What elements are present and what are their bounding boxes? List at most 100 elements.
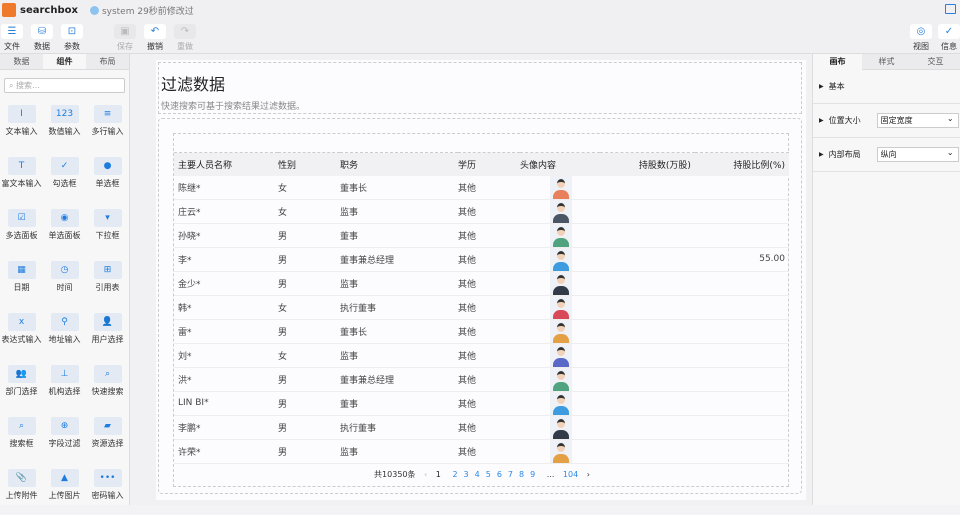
component-item[interactable]: ⚲ 地址输入: [43, 309, 86, 359]
params-button[interactable]: ⊡ 参数: [60, 24, 84, 52]
column-header[interactable]: 持股比例(%): [694, 152, 789, 176]
tab-style[interactable]: 样式: [862, 54, 911, 70]
component-item[interactable]: ••• 密码输入: [86, 465, 129, 515]
component-item[interactable]: x 表达式输入: [0, 309, 43, 359]
tab-layout[interactable]: 布局: [86, 54, 129, 69]
component-item[interactable]: 123 数值输入: [43, 101, 86, 151]
page-link[interactable]: 3: [464, 470, 469, 479]
page-link[interactable]: 5: [486, 470, 491, 479]
component-item[interactable]: 👥 部门选择: [0, 361, 43, 411]
shares-cell: [600, 319, 695, 344]
page-link[interactable]: 9: [530, 470, 535, 479]
prev-page-icon[interactable]: ‹: [424, 470, 427, 479]
component-item[interactable]: ◉ 单选面板: [43, 205, 86, 255]
table-row[interactable]: 金少* 男 监事 其他: [174, 271, 789, 296]
component-item[interactable]: ⊥ 机构选择: [43, 361, 86, 411]
title-block[interactable]: 过滤数据 快速搜索可基于搜索结果过滤数据。: [158, 62, 802, 114]
save-button[interactable]: ▣ 保存: [113, 24, 137, 52]
ratio-cell: 55.00: [694, 247, 789, 272]
column-header[interactable]: 职务: [340, 152, 458, 176]
undo-button[interactable]: ↶ 撤销: [143, 24, 167, 52]
column-header[interactable]: 持股数(万股): [600, 152, 695, 176]
component-item[interactable]: ≡ 多行输入: [86, 101, 129, 151]
component-item[interactable]: 👤 用户选择: [86, 309, 129, 359]
table-block[interactable]: 主要人员名称 性别 职务 学历 头像内容 持股数(万股) 持股比例(%) 陈继* 女 董事长…: [158, 118, 802, 494]
section-position-size[interactable]: ▶ 位置大小 固定宽度: [813, 104, 960, 138]
table-row[interactable]: 洪* 男 董事兼总经理 其他: [174, 367, 789, 392]
component-item[interactable]: ⌕ 快速搜索: [86, 361, 129, 411]
component-item[interactable]: I 文本输入: [0, 101, 43, 151]
avatar: [550, 223, 572, 247]
table-row[interactable]: 许荣* 男 监事 其他: [174, 439, 789, 464]
component-icon: x: [7, 313, 36, 331]
view-button[interactable]: ◎ 视图: [909, 24, 933, 52]
tab-components[interactable]: 组件: [43, 54, 86, 69]
page-link[interactable]: 7: [508, 470, 513, 479]
component-item[interactable]: ⌕ 搜索框: [0, 413, 43, 463]
layout-select[interactable]: 纵向: [876, 146, 959, 162]
size-select[interactable]: 固定宽度: [876, 112, 959, 128]
table-row[interactable]: 孙晓* 男 董事 其他: [174, 223, 789, 248]
name-cell: 金少*: [174, 271, 278, 296]
app-name: searchbox: [20, 4, 78, 16]
page-last[interactable]: 104: [563, 470, 578, 479]
component-icon: T: [7, 157, 36, 175]
check-icon: ✓: [938, 24, 960, 39]
shares-cell: [600, 367, 695, 392]
component-item[interactable]: ⊕ 字段过滤: [43, 413, 86, 463]
page-link[interactable]: 8: [519, 470, 524, 479]
next-page-icon[interactable]: ›: [587, 470, 590, 479]
column-header[interactable]: 学历: [458, 152, 520, 176]
file-button[interactable]: ☰ 文件: [0, 24, 24, 52]
component-item[interactable]: ● 单选框: [86, 153, 129, 203]
user-icon: [89, 5, 99, 15]
page-current[interactable]: 1: [436, 470, 441, 479]
component-item[interactable]: 📎 上传附件: [0, 465, 43, 515]
component-item[interactable]: ▲ 上传图片: [43, 465, 86, 515]
redo-button[interactable]: ↷ 重做: [173, 24, 197, 52]
table-row[interactable]: 韩* 女 执行董事 其他: [174, 295, 789, 320]
component-item[interactable]: ☑ 多选面板: [0, 205, 43, 255]
component-item[interactable]: ▾ 下拉框: [86, 205, 129, 255]
table-row[interactable]: LIN BI* 男 董事 其他: [174, 391, 789, 416]
ratio-cell: [694, 295, 789, 320]
section-inner-layout[interactable]: ▶ 内部布局 纵向: [813, 138, 960, 172]
page-link[interactable]: 6: [497, 470, 502, 479]
info-button[interactable]: ✓ 信息: [937, 24, 960, 52]
page-link[interactable]: 4: [475, 470, 480, 479]
view-label: 视图: [913, 42, 929, 51]
name-cell: 陈继*: [174, 175, 278, 200]
column-header[interactable]: 头像内容: [520, 152, 600, 176]
component-item[interactable]: T 富文本输入: [0, 153, 43, 203]
shares-cell: [600, 199, 695, 224]
table-row[interactable]: 雷* 男 董事长 其他: [174, 319, 789, 344]
component-item[interactable]: ▰ 资源选择: [86, 413, 129, 463]
table-row[interactable]: 李* 男 董事兼总经理 其他 55.00: [174, 247, 789, 272]
tab-data[interactable]: 数据: [0, 54, 43, 69]
page-link[interactable]: 2: [452, 470, 457, 479]
component-search-input[interactable]: ⌕ 搜索...: [4, 78, 125, 93]
component-label: 部门选择: [5, 387, 38, 396]
component-item[interactable]: ⊞ 引用表: [86, 257, 129, 307]
column-header[interactable]: 性别: [278, 152, 340, 176]
component-item[interactable]: ◷ 时间: [43, 257, 86, 307]
section-basic[interactable]: ▶ 基本: [813, 70, 960, 104]
component-label: 快速搜索: [91, 387, 124, 396]
undo-icon: ↶: [144, 24, 166, 39]
component-item[interactable]: ▦ 日期: [0, 257, 43, 307]
education-cell: 其他: [458, 343, 520, 368]
page-title: 过滤数据: [161, 75, 226, 94]
table-row[interactable]: 李鹏* 男 执行董事 其他: [174, 415, 789, 440]
component-label: 地址输入: [48, 335, 81, 344]
canvas: 过滤数据 快速搜索可基于搜索结果过滤数据。 主要人员名称 性别 职务 学历 头像内容 持股…: [130, 54, 812, 505]
table-row[interactable]: 庄云* 女 监事 其他: [174, 199, 789, 224]
component-item[interactable]: ✓ 勾选框: [43, 153, 86, 203]
column-header[interactable]: 主要人员名称: [174, 152, 278, 176]
tab-interaction[interactable]: 交互: [911, 54, 960, 70]
table-row[interactable]: 陈继* 女 董事长 其他: [174, 175, 789, 200]
preview-icon[interactable]: [945, 4, 956, 14]
section-label: 位置大小: [828, 116, 861, 125]
tab-canvas[interactable]: 画布: [813, 54, 862, 70]
data-button[interactable]: ⛁ 数据: [30, 24, 54, 52]
table-row[interactable]: 刘* 女 监事 其他: [174, 343, 789, 368]
